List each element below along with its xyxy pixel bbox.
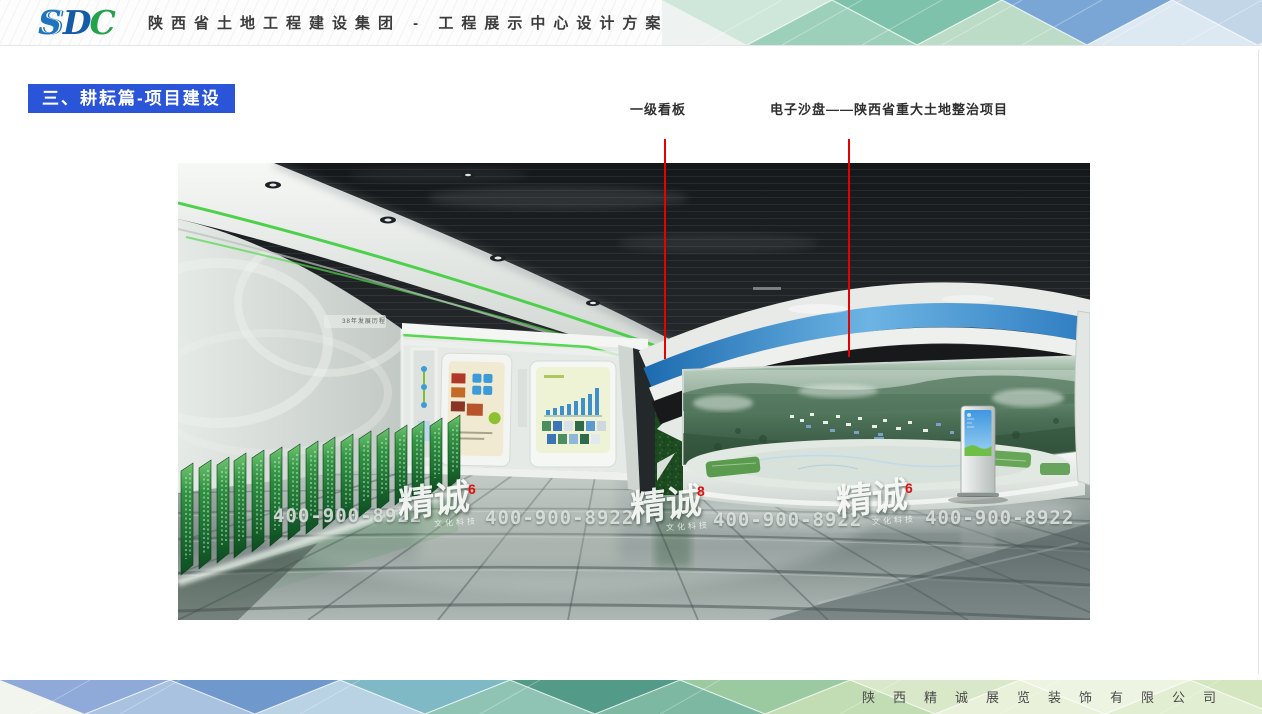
right-wall-column <box>1075 311 1090 485</box>
logo-letter-s: S <box>38 2 62 43</box>
watermark-brand-subtext: 文化科技 <box>666 519 711 533</box>
callout-label-sandtable: 电子沙盘——陕西省重大土地整治项目 <box>770 99 1008 118</box>
watermark-digit: 6 <box>905 480 913 496</box>
callout-line-sandtable <box>848 139 850 357</box>
watermark-digit: 8 <box>697 483 705 499</box>
watermark-brand-subtext: 文化科技 <box>434 515 479 529</box>
wall-sign-development-history: 38年发展历程 <box>324 316 404 325</box>
company-logo: S D C <box>38 2 116 43</box>
header-title: 陕西省土地工程建设集团 - 工程展示中心设计方案 <box>148 0 668 45</box>
page-edge-line <box>1258 50 1259 674</box>
watermark-digit: 6 <box>468 481 476 497</box>
footer-company-name: 陕西精诚展览装饰有限公司 <box>862 680 1234 714</box>
callout-label-board: 一级看板 <box>630 99 686 118</box>
exhibition-hall-render: 38年发展历程 400-900-8922 精诚 文化科技 6 400-900-8… <box>178 163 1090 620</box>
callout-line-board <box>664 139 666 359</box>
display-chart-screen <box>530 361 616 467</box>
section-title-badge: 三、耕耘篇-项目建设 <box>28 84 235 113</box>
watermark-brand-subtext: 文化科技 <box>872 513 917 527</box>
logo-letter-d: D <box>63 2 92 43</box>
render-scene <box>178 163 1090 620</box>
footer-bar: 陕西精诚展览装饰有限公司 <box>0 680 1262 714</box>
header-triangle-pattern <box>662 0 1262 45</box>
design-proposal-page: S D C 陕西省土地工程建设集团 - 工程展示中心设计方案 三、耕耘篇-项目建… <box>0 0 1262 714</box>
watermark-phone: 400-900-8922 <box>925 507 1074 529</box>
watermark-phone: 400-900-8922 <box>485 507 634 529</box>
header-bar: S D C 陕西省土地工程建设集团 - 工程展示中心设计方案 <box>0 0 1262 46</box>
watermark-brand-logo: 精诚 文化科技 <box>630 485 720 539</box>
logo-letter-c: C <box>89 2 115 43</box>
